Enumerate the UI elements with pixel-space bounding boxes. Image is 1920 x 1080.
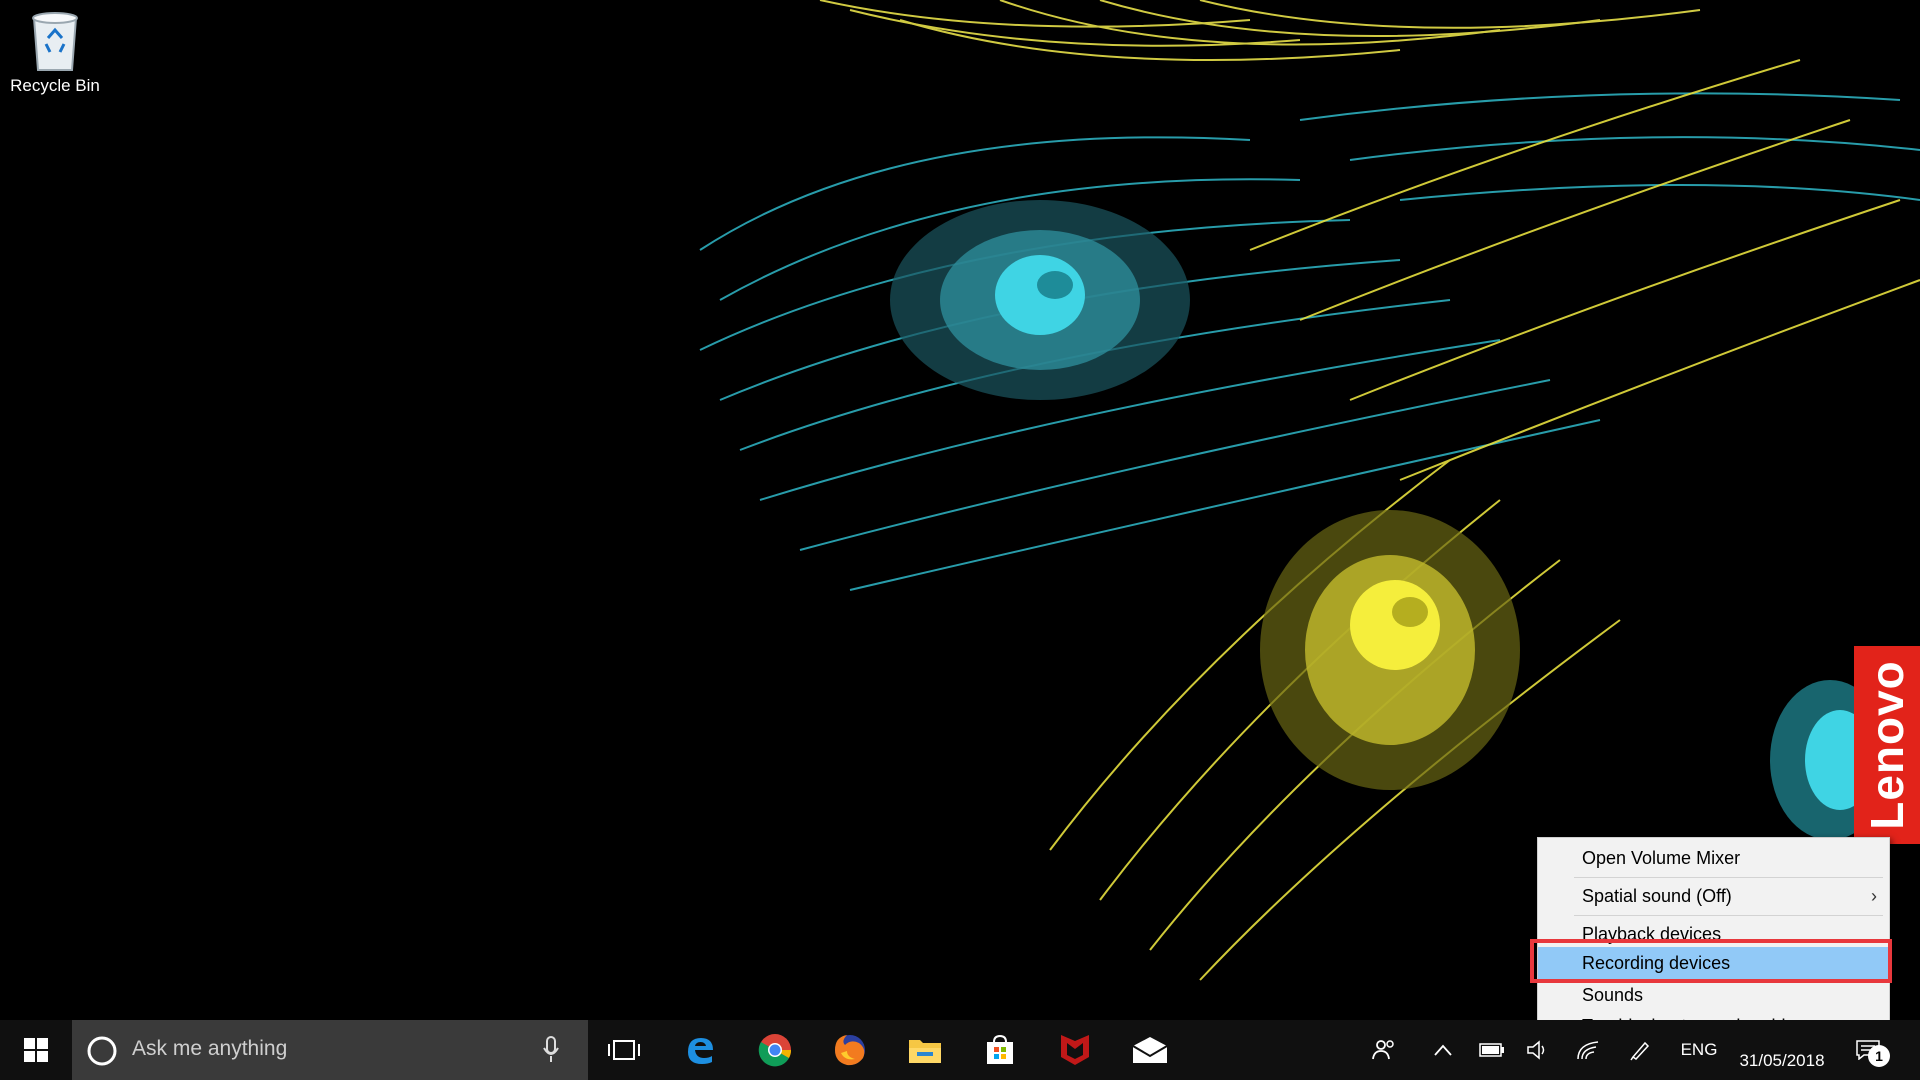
- taskbar: Ask me anything ENG 31/05/2018: [0, 1020, 1920, 1080]
- search-box[interactable]: Ask me anything: [72, 1020, 588, 1080]
- speaker-icon: [1527, 1040, 1545, 1060]
- notification-count-badge: 1: [1868, 1045, 1890, 1067]
- desktop-icon-label: Recycle Bin: [10, 76, 100, 95]
- show-hidden-icons-button[interactable]: [1426, 1020, 1460, 1080]
- taskbar-app-mail[interactable]: [1122, 1020, 1178, 1080]
- task-view-icon: [608, 1040, 640, 1060]
- chevron-up-icon: [1434, 1044, 1452, 1056]
- battery-icon: [1479, 1043, 1504, 1057]
- desktop-icon-recycle-bin[interactable]: Recycle Bin: [6, 8, 104, 96]
- taskbar-app-firefox[interactable]: [822, 1020, 878, 1080]
- file-explorer-icon: [909, 1040, 941, 1063]
- menu-item-open-volume-mixer[interactable]: Open Volume Mixer: [1538, 842, 1889, 874]
- brand-text: Lenovo: [1861, 660, 1913, 830]
- menu-separator: [1574, 915, 1883, 916]
- tray-battery-button[interactable]: [1474, 1020, 1510, 1080]
- microphone-icon[interactable]: [542, 1036, 560, 1064]
- taskbar-app-store[interactable]: [972, 1020, 1028, 1080]
- search-placeholder: Ask me anything: [132, 1037, 288, 1060]
- task-view-button[interactable]: [600, 1020, 648, 1080]
- taskbar-app-chrome[interactable]: [747, 1020, 803, 1080]
- mail-icon: [1132, 1037, 1168, 1063]
- language-label: ENG: [1680, 1040, 1718, 1059]
- edge-icon: [688, 1038, 713, 1064]
- cortana-icon: [87, 1036, 117, 1066]
- taskbar-app-edge[interactable]: [672, 1020, 728, 1080]
- date-text: 31/05/2018: [1739, 1051, 1825, 1070]
- annotation-highlight-box: [1530, 939, 1892, 983]
- start-button[interactable]: [0, 1020, 72, 1080]
- tray-people-button[interactable]: [1366, 1020, 1402, 1080]
- menu-item-label: Open Volume Mixer: [1582, 848, 1741, 868]
- taskbar-app-mcafee[interactable]: [1047, 1020, 1103, 1080]
- menu-separator: [1574, 877, 1883, 878]
- store-icon: [987, 1034, 1013, 1064]
- menu-item-label: Spatial sound (Off): [1582, 886, 1732, 906]
- menu-item-spatial-sound[interactable]: Spatial sound (Off) ›: [1538, 880, 1889, 912]
- windows-logo-icon: [24, 1038, 48, 1062]
- menu-item-label: Sounds: [1582, 985, 1644, 1005]
- tray-volume-button[interactable]: [1520, 1020, 1556, 1080]
- firefox-icon: [835, 1035, 865, 1066]
- chrome-icon: [758, 1034, 792, 1067]
- lenovo-logo: Lenovo: [1854, 646, 1920, 844]
- recycle-bin-icon: [32, 12, 78, 71]
- pen-icon: [1630, 1041, 1650, 1061]
- tray-pen-button[interactable]: [1622, 1020, 1658, 1080]
- wifi-icon: [1577, 1041, 1599, 1060]
- input-language-indicator[interactable]: ENG: [1678, 1020, 1720, 1080]
- chevron-right-icon: ›: [1871, 886, 1877, 906]
- clock-date-button[interactable]: 31/05/2018: [1728, 1020, 1836, 1080]
- mcafee-icon: [1061, 1035, 1089, 1065]
- taskbar-app-file-explorer[interactable]: [897, 1020, 953, 1080]
- menu-item-sounds[interactable]: Sounds: [1538, 979, 1889, 1011]
- tray-network-button[interactable]: [1570, 1020, 1606, 1080]
- people-icon: [1372, 1040, 1394, 1060]
